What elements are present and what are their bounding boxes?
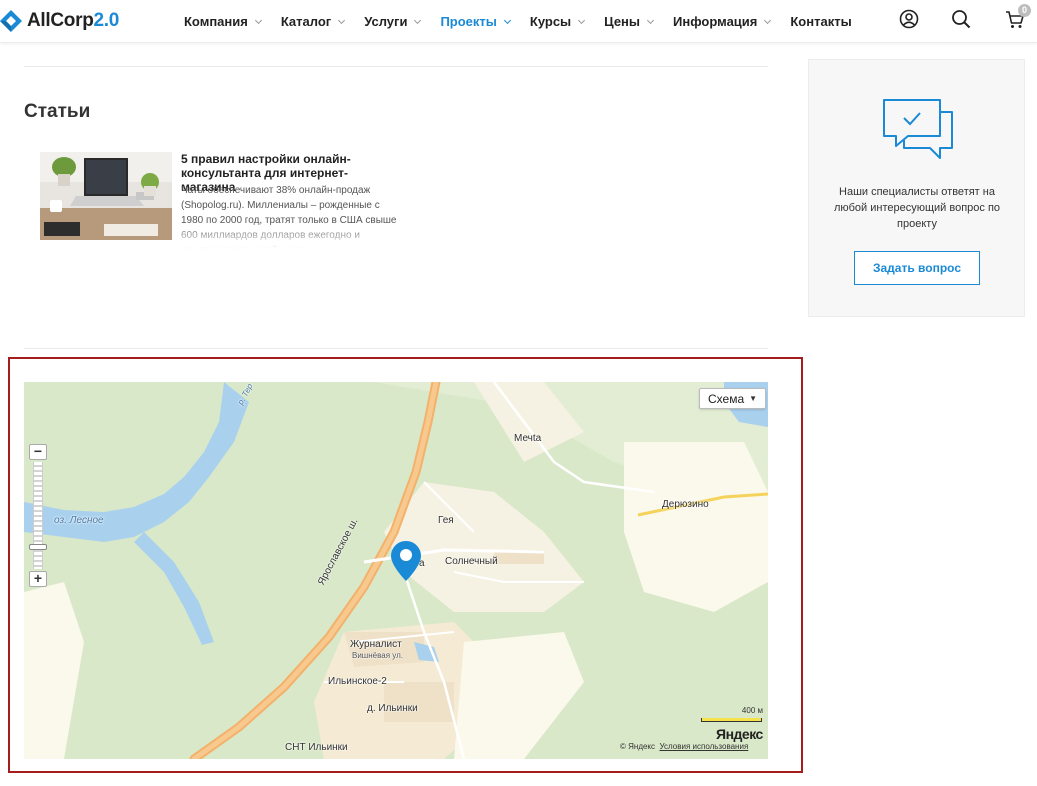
terms-link[interactable]: Условия использования <box>659 742 748 751</box>
chat-check-icon <box>883 99 953 159</box>
logo-mark-icon <box>0 10 22 32</box>
zoom-control: − + <box>29 444 47 587</box>
sidebar-text: Наши специалисты ответят на любой интере… <box>833 186 1001 230</box>
map-label: д. Ильинки <box>367 703 418 714</box>
logo-text: AllCorp2.0 <box>27 10 120 31</box>
map-pin-icon[interactable] <box>390 540 422 582</box>
ask-question-button[interactable]: Задать вопрос <box>854 251 980 285</box>
yandex-logo[interactable]: Яндекс <box>716 726 763 742</box>
site-header: AllCorp2.0 Компания Каталог Услуги Проек… <box>0 0 1037 43</box>
article-excerpt: Чаты обеспечивают 38% онлайн-продаж (Sho… <box>181 185 397 249</box>
map-type-button[interactable]: Схема ▼ <box>699 388 767 409</box>
chevron-down-icon <box>254 16 262 24</box>
zoom-in-button[interactable]: + <box>29 571 47 587</box>
logo[interactable]: AllCorp2.0 <box>0 6 119 36</box>
divider <box>24 348 768 349</box>
article-card[interactable]: 5 правил настройки онлайн-консультанта д… <box>40 152 400 252</box>
chevron-down-icon <box>578 16 586 24</box>
map-copyright: © Яндекс Условия использования <box>620 742 749 751</box>
map-label: СНТ Ильинки <box>285 742 348 753</box>
map-label: Журналист <box>350 639 402 650</box>
chevron-down-icon <box>338 16 346 24</box>
zoom-track[interactable] <box>33 462 43 569</box>
map-label: Дерюзино <box>662 499 709 510</box>
map-scale-label: 400 м <box>741 706 763 715</box>
nav-item-services[interactable]: Услуги <box>364 14 422 29</box>
map-scale-bar <box>701 718 762 722</box>
zoom-out-button[interactable]: − <box>29 444 47 460</box>
ask-question-card: Наши специалисты ответят на любой интере… <box>808 59 1025 317</box>
nav-item-catalog[interactable]: Каталог <box>281 14 346 29</box>
user-icon[interactable] <box>898 8 920 30</box>
article-image[interactable] <box>40 152 172 240</box>
map-label: Ильинское-2 <box>328 676 387 687</box>
map-label: Солнечный <box>445 556 498 567</box>
cart-count-badge: 0 <box>1018 4 1031 17</box>
map-label: Мечta <box>514 433 542 444</box>
map-label: оз. Лесное <box>54 515 104 526</box>
chevron-down-icon <box>764 16 772 24</box>
nav-item-info[interactable]: Информация <box>673 14 772 29</box>
zoom-handle[interactable] <box>29 544 47 550</box>
map[interactable]: Схема ▼ − + Мечta Дерюзино Гея Солнечный … <box>24 382 768 759</box>
divider <box>24 66 768 67</box>
nav-item-contacts[interactable]: Контакты <box>790 14 851 29</box>
nav-item-projects[interactable]: Проекты <box>440 14 511 29</box>
search-icon[interactable] <box>950 8 972 30</box>
triangle-down-icon: ▼ <box>749 394 758 403</box>
chevron-down-icon <box>646 16 655 24</box>
nav-item-courses[interactable]: Курсы <box>530 14 586 29</box>
nav-item-prices[interactable]: Цены <box>604 14 655 29</box>
chevron-down-icon <box>414 16 422 24</box>
map-label: Вишнёвая ул. <box>352 651 403 660</box>
articles-title: Статьи <box>24 101 91 122</box>
chevron-down-icon <box>503 16 511 24</box>
nav-item-company[interactable]: Компания <box>184 14 262 29</box>
map-label: Гея <box>438 515 454 526</box>
main-nav: Компания Каталог Услуги Проекты Курсы Це… <box>184 0 872 43</box>
